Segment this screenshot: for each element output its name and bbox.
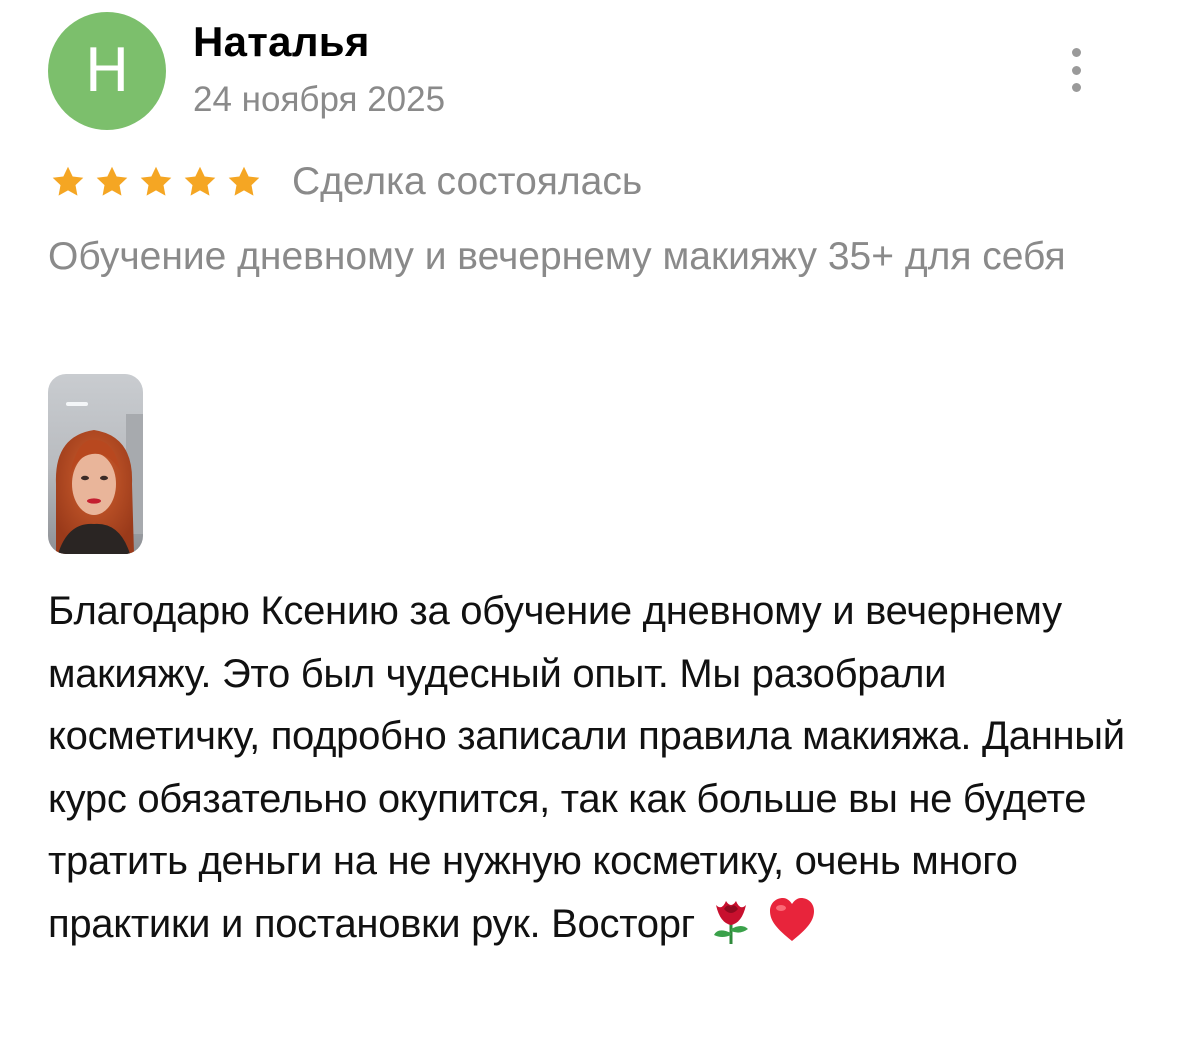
rating-stars xyxy=(50,164,262,200)
more-dot-icon xyxy=(1071,48,1081,57)
star-icon xyxy=(184,166,216,196)
heart-icon xyxy=(769,897,814,941)
rose-icon xyxy=(713,900,748,944)
review-photo-image xyxy=(48,374,143,554)
more-dot-icon xyxy=(1071,83,1081,92)
review-date: 24 ноября 2025 xyxy=(193,80,446,119)
author-name[interactable]: Наталья xyxy=(193,18,370,66)
review-text: Благодарю Ксению за обучение дневному и … xyxy=(48,580,1138,955)
avatar[interactable]: Н xyxy=(48,12,166,130)
deal-status: Сделка состоялась xyxy=(292,160,643,203)
star-icon xyxy=(52,166,84,196)
rating-row: Сделка состоялась xyxy=(50,160,642,204)
service-title: Обучение дневному и вечернему макияжу 35… xyxy=(48,235,1066,278)
more-options-button[interactable] xyxy=(1058,46,1094,94)
more-dot-icon xyxy=(1071,65,1081,75)
review-text-body: Благодарю Ксению за обучение дневному и … xyxy=(48,589,1125,946)
review-photo[interactable] xyxy=(48,374,143,554)
star-icon xyxy=(140,166,172,196)
star-icon xyxy=(96,166,128,196)
avatar-initial: Н xyxy=(84,36,130,106)
star-icon xyxy=(228,166,260,196)
review-emojis xyxy=(706,897,817,946)
